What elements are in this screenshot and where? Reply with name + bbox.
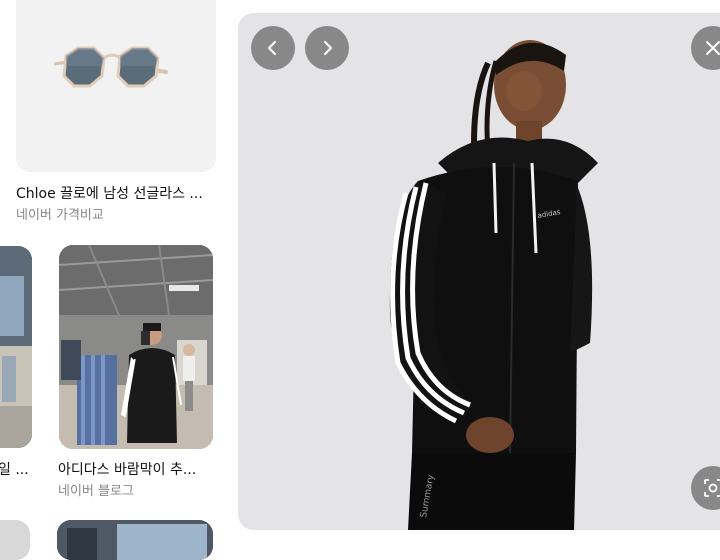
result-caption[interactable]: Chloe 끌로에 남성 선글라스 ... — [16, 183, 203, 203]
result-thumb-adidas-jacket[interactable] — [59, 245, 213, 449]
model-jacket-image: adidas Summary — [238, 13, 720, 530]
result-image — [57, 520, 213, 560]
lens-search-icon — [704, 479, 720, 497]
prev-image-button[interactable] — [251, 26, 295, 70]
result-thumb-partial[interactable] — [0, 520, 30, 560]
image-viewer: adidas Summary — [238, 13, 720, 530]
chevron-right-icon — [324, 41, 332, 55]
result-thumb-sunglasses[interactable] — [16, 0, 216, 172]
chevron-left-icon — [268, 41, 276, 55]
result-caption[interactable]: 아디다스 바람막이 추... — [58, 459, 196, 479]
store-photo-image — [59, 245, 213, 449]
sunglasses-image — [16, 0, 216, 172]
next-image-button[interactable] — [305, 26, 349, 70]
result-thumb-partial[interactable] — [57, 520, 213, 560]
result-source[interactable]: 네이버 가격비교 — [16, 204, 104, 223]
close-icon — [706, 41, 720, 55]
result-caption[interactable]: 일 ... — [0, 459, 29, 479]
store-image — [0, 246, 32, 448]
result-source[interactable]: 네이버 블로그 — [58, 480, 134, 499]
result-thumb-store[interactable] — [0, 246, 32, 448]
